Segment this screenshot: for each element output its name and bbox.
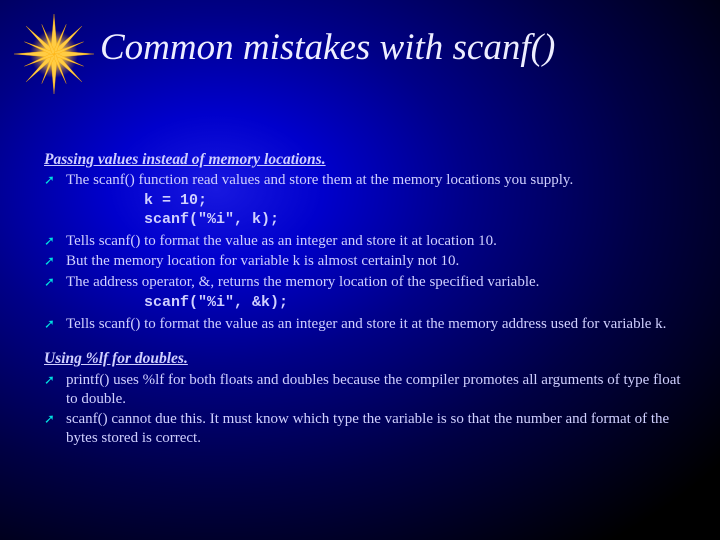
bullet-item: ➚ Tells scanf() to format the value as a… xyxy=(44,315,690,334)
section-heading-2: Using %lf for doubles. xyxy=(44,349,690,368)
bullet-text: Tells scanf() to format the value as an … xyxy=(66,315,690,334)
bullet-item: ➚ printf() uses %lf for both floats and … xyxy=(44,371,690,409)
arrow-icon: ➚ xyxy=(44,410,66,428)
arrow-icon: ➚ xyxy=(44,371,66,389)
code-block-1: k = 10; scanf("%i", k); xyxy=(144,192,690,230)
arrow-icon: ➚ xyxy=(44,252,66,270)
bullet-item: ➚ The scanf() function read values and s… xyxy=(44,171,690,190)
code-block-2: scanf("%i", &k); xyxy=(144,294,690,313)
arrow-icon: ➚ xyxy=(44,171,66,189)
bullet-text: Tells scanf() to format the value as an … xyxy=(66,232,690,251)
bullet-text: But the memory location for variable k i… xyxy=(66,252,690,271)
bullet-text: scanf() cannot due this. It must know wh… xyxy=(66,410,690,448)
slide-body: Passing values instead of memory locatio… xyxy=(44,150,690,450)
slide-title: Common mistakes with scanf() xyxy=(100,26,555,69)
arrow-icon: ➚ xyxy=(44,232,66,250)
bullet-text: The address operator, &, returns the mem… xyxy=(66,273,690,292)
starburst-decoration xyxy=(14,14,94,94)
bullet-item: ➚ The address operator, &, returns the m… xyxy=(44,273,690,292)
section-heading-1: Passing values instead of memory locatio… xyxy=(44,150,690,169)
arrow-icon: ➚ xyxy=(44,273,66,291)
arrow-icon: ➚ xyxy=(44,315,66,333)
bullet-item: ➚ Tells scanf() to format the value as a… xyxy=(44,232,690,251)
bullet-text: printf() uses %lf for both floats and do… xyxy=(66,371,690,409)
bullet-item: ➚ But the memory location for variable k… xyxy=(44,252,690,271)
bullet-text: The scanf() function read values and sto… xyxy=(66,171,690,190)
bullet-item: ➚ scanf() cannot due this. It must know … xyxy=(44,410,690,448)
